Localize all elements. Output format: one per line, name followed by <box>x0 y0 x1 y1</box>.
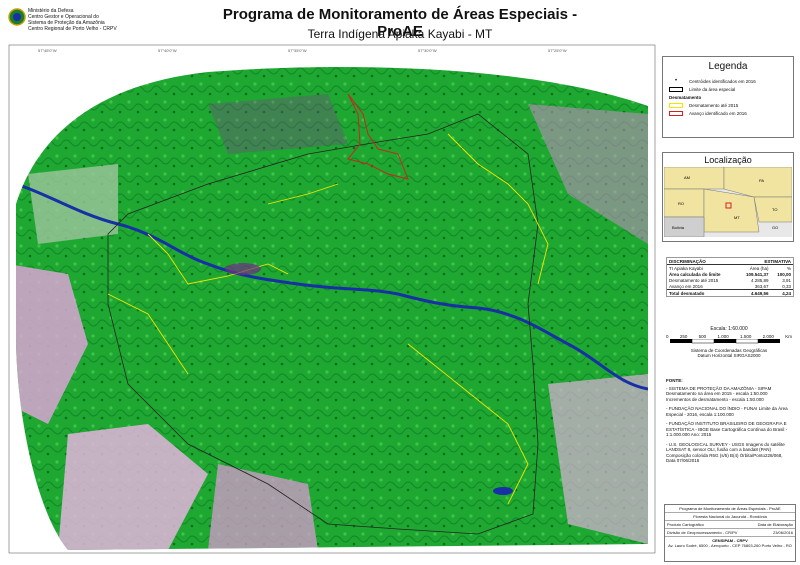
legend-panel: Legenda • Centróides identificados em 20… <box>662 56 794 138</box>
legend-item-deforestation: Desmatamento até 2015 <box>669 103 787 108</box>
map-frame: 57°45'0"W 57°40'0"W 57°35'0"W 57°30'0"W … <box>8 44 656 554</box>
location-title: Localização <box>704 155 752 165</box>
legend-item-centroids: • Centróides identificados em 2016 <box>669 78 787 84</box>
advance-swatch <box>669 111 683 116</box>
state-label: RO <box>678 201 684 206</box>
svg-text:57°30'0"W: 57°30'0"W <box>418 48 437 53</box>
legend-item-boundary: Limite da área especial <box>669 87 787 92</box>
legend-label: Centróides identificados em 2016 <box>689 78 756 84</box>
deforested-area-center-north <box>208 94 348 154</box>
location-inset: Localização AM PA RO MT TO GO Bolívia <box>662 152 794 242</box>
estimate-table: DISCRIMINAÇÃO ESTIMATIVA TI Apiaka Kayab… <box>666 257 794 297</box>
footer-division: Divisão de Geoprocessamento - CR/PV <box>667 530 738 535</box>
footer-org-row: CENSIPAM - CRPV Av. Lauro Sodré, 6500 - … <box>665 537 795 549</box>
location-map: AM PA RO MT TO GO Bolívia <box>664 167 792 237</box>
state-label: MT <box>734 215 740 220</box>
deforested-area-northwest <box>28 164 118 244</box>
footer-product-row: Produto Cartográfico Data de Elaboração <box>665 521 795 529</box>
legend-label: Desmatamento até 2015 <box>689 103 739 108</box>
footer-date: 23/06/2016 <box>772 530 793 535</box>
state-label: GO <box>772 225 778 230</box>
title-block: Programa de Monitoramento de Áreas Espec… <box>664 504 796 562</box>
state-label: AM <box>684 175 690 180</box>
brazil-coat-of-arms-icon <box>8 8 26 26</box>
footer-product: Produto Cartográfico <box>667 522 704 527</box>
scale-bar <box>670 338 780 344</box>
footer-address: Av. Lauro Sodré, 6500 - Aeroporto - CEP … <box>668 543 792 548</box>
svg-text:57°35'0"W: 57°35'0"W <box>288 48 307 53</box>
legend-item-advance: Avanço identificado em 2016 <box>669 111 787 116</box>
legend-label: Limite da área especial <box>689 87 736 92</box>
state-label: TO <box>772 207 777 212</box>
table-cell: Total desmatado <box>667 289 738 296</box>
organization-block: Ministério da Defesa Centro Gestor e Ope… <box>28 8 148 32</box>
state-ro <box>664 188 705 218</box>
footer-division-row: Divisão de Geoprocessamento - CR/PV 23/0… <box>665 529 795 537</box>
org-line: Centro Regional de Porto Velho - CRPV <box>28 26 117 32</box>
table-cell: 4.649,56 <box>737 289 771 296</box>
deforestation-swatch <box>669 103 683 108</box>
state-label: PA <box>759 178 764 183</box>
boundary-swatch <box>669 87 683 92</box>
footer-program: Programa de Monitoramento de Áreas Espec… <box>665 505 795 513</box>
datum: Datum Horizontal SIRGAS2000 <box>697 353 761 358</box>
source-entry: - U.S. GEOLOGICAL SURVEY - USGS Imagens … <box>666 441 785 464</box>
legend-label: Avanço identificado em 2016 <box>689 111 747 116</box>
table-cell: 4,24 <box>770 289 793 296</box>
state-am <box>664 167 725 190</box>
scale-block: Escala: 1:60.000 0 250 500 1.000 1.500 2… <box>666 326 792 358</box>
lake <box>493 487 513 495</box>
sources-block: FONTE: - SISTEMA DE PROTEÇÃO DA AMAZÔNIA… <box>666 378 792 468</box>
satellite-image <box>16 66 648 550</box>
svg-text:57°25'0"W: 57°25'0"W <box>548 48 567 53</box>
sources-title: FONTE: <box>666 378 683 383</box>
footer-date-label: Data de Elaboração <box>757 522 793 527</box>
source-entry: - SISTEMA DE PROTEÇÃO DA AMAZÔNIA - SIPA… <box>666 385 772 402</box>
legend-section: Desmatamento <box>669 95 702 100</box>
dot-icon: • <box>674 78 678 84</box>
table-row-total: Total desmatado 4.649,56 4,24 <box>667 289 793 296</box>
source-entry: - FUNDAÇÃO NACIONAL DO ÍNDIO - FUNAI Lim… <box>666 406 788 417</box>
svg-text:57°45'0"W: 57°45'0"W <box>38 48 57 53</box>
lake <box>225 263 261 275</box>
footer-subtitle: Floresta Nacional do Jacundá - Rondônia <box>665 513 795 521</box>
country-label: Bolívia <box>672 225 685 230</box>
svg-text:57°40'0"W: 57°40'0"W <box>158 48 177 53</box>
scale-label: Escala: 1:60.000 <box>710 326 748 332</box>
source-entry: - FUNDAÇÃO INSTITUTO BRASILEIRO DE GEOGR… <box>666 421 788 437</box>
page-subtitle: Terra Indígena Apiaka Kayabi - MT <box>307 27 493 41</box>
legend-title: Legenda <box>708 61 748 72</box>
